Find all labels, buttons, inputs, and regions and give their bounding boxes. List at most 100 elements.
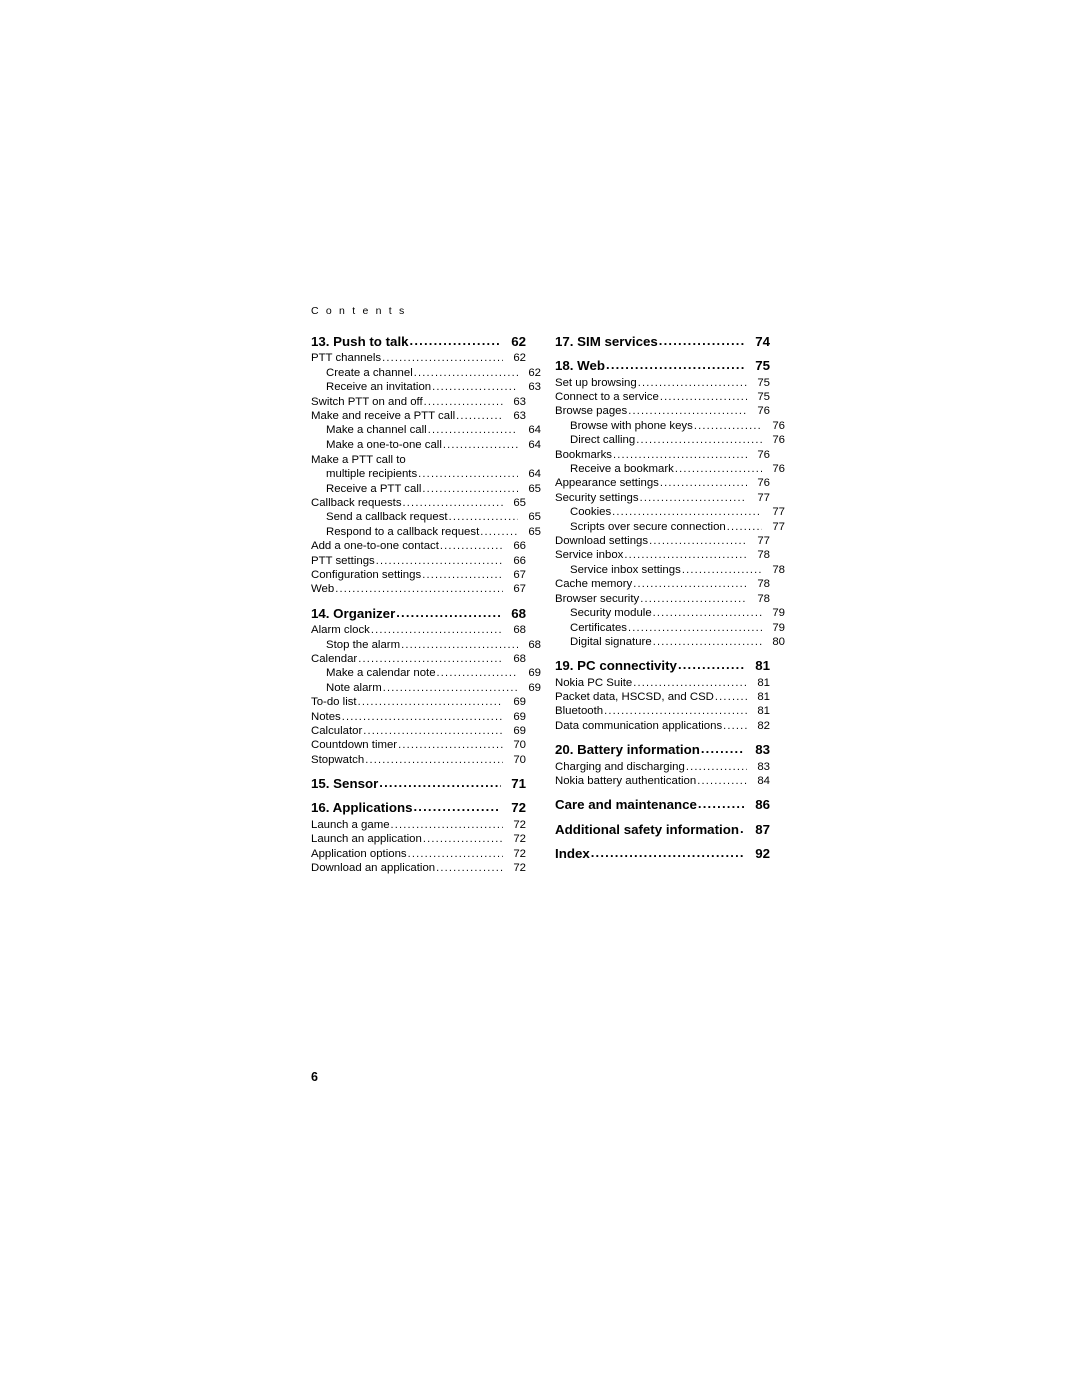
toc-entry-continuation[interactable]: Make a PTT call to (311, 454, 526, 466)
toc-entry-level1[interactable]: Switch PTT on and off...................… (311, 396, 526, 408)
toc-entry-page: 70 (513, 739, 526, 752)
toc-entry-level1[interactable]: Nokia battery authentication............… (555, 775, 770, 787)
toc-entry-title: Security module (570, 607, 652, 620)
toc-entry-title: Make and receive a PTT call (311, 409, 456, 422)
toc-entry-level1[interactable]: Application options.....................… (311, 847, 526, 860)
toc-entry-level1[interactable]: Launch a game...........................… (311, 818, 526, 831)
toc-entry-title: PTT settings (311, 554, 375, 567)
toc-entry-level1[interactable]: Callback requests.......................… (311, 497, 526, 509)
toc-entry-level1[interactable]: To-do list..............................… (311, 696, 526, 709)
toc-entry-level2[interactable]: Send a callback request.................… (311, 511, 541, 524)
toc-entry-level1[interactable]: Download settings.......................… (555, 535, 770, 547)
toc-entry-level1[interactable]: Web.....................................… (311, 583, 526, 596)
toc-chapter-entry[interactable]: 13. Push to talk........................… (311, 334, 526, 348)
toc-entry-title: Set up browsing (555, 376, 637, 389)
toc-entry-title: Digital signature (570, 635, 652, 648)
toc-chapter-entry[interactable]: 19. PC connectivity.....................… (555, 658, 770, 672)
toc-dot-leader: ........................................… (335, 584, 503, 596)
toc-entry-level1[interactable]: Countdown timer.........................… (311, 739, 526, 752)
toc-entry-level2[interactable]: Make a channel call.....................… (311, 424, 541, 437)
toc-entry-level1[interactable]: Calculator..............................… (311, 725, 526, 737)
toc-entry-title: Receive a PTT call (326, 482, 422, 495)
toc-chapter-entry[interactable]: 16. Applications........................… (311, 800, 526, 814)
toc-entry-level2[interactable]: Service inbox settings..................… (555, 564, 785, 576)
toc-entry-level1[interactable]: Notes...................................… (311, 711, 526, 723)
toc-chapter-entry[interactable]: 18. Web.................................… (555, 358, 770, 372)
toc-entry-level2[interactable]: Digital signature.......................… (555, 635, 785, 648)
toc-entry-level1[interactable]: Connect to a service....................… (555, 391, 770, 403)
toc-entry-title: Index (555, 845, 590, 861)
toc-entry-level1[interactable]: Add a one-to-one contact................… (311, 540, 526, 552)
toc-entry-level2[interactable]: Make a calendar note....................… (311, 667, 541, 679)
toc-entry-level1[interactable]: Charging and discharging................… (555, 760, 770, 773)
toc-dot-leader: ........................................… (418, 469, 518, 481)
toc-entry-level1[interactable]: Make and receive a PTT call.............… (311, 409, 526, 422)
toc-entry-level2[interactable]: Security module.........................… (555, 607, 785, 620)
toc-entry-level1[interactable]: Calendar................................… (311, 653, 526, 665)
toc-entry-level1[interactable]: Bookmarks...............................… (555, 449, 770, 461)
toc-entry-page: 83 (757, 760, 770, 773)
toc-chapter-entry[interactable]: 15. Sensor..............................… (311, 776, 526, 790)
toc-entry-level1[interactable]: Appearance settings.....................… (555, 478, 770, 490)
toc-entry-page: 79 (772, 607, 785, 620)
toc-chapter-entry[interactable]: 20. Battery information.................… (555, 742, 770, 756)
toc-entry-title: Application options (311, 847, 407, 860)
toc-entry-level2[interactable]: Receive a bookmark......................… (555, 463, 785, 476)
toc-entry-title: Launch a game (311, 818, 390, 831)
toc-entry-level2[interactable]: Create a channel........................… (311, 366, 541, 379)
toc-dot-leader: ........................................… (382, 682, 518, 694)
toc-entry-level2[interactable]: Cookies.................................… (555, 506, 785, 518)
toc-dot-leader: ........................................… (448, 512, 518, 524)
toc-entry-title: Create a channel (326, 366, 413, 379)
toc-entry-level2[interactable]: Receive an invitation...................… (311, 381, 541, 393)
toc-chapter-entry[interactable]: Additional safety information...........… (555, 822, 770, 836)
toc-dot-leader: ........................................… (341, 711, 503, 723)
toc-entry-page: 76 (772, 434, 785, 447)
toc-entry-title: Data communication applications (555, 719, 723, 732)
toc-entry-level1[interactable]: Browser security........................… (555, 593, 770, 605)
toc-entry-page: 80 (772, 635, 785, 648)
toc-entry-level1[interactable]: PTT channels............................… (311, 352, 526, 364)
toc-entry-level2[interactable]: Browse with phone keys..................… (555, 420, 785, 432)
toc-entry-page: 76 (757, 405, 770, 418)
toc-entry-level2[interactable]: multiple recipients.....................… (311, 468, 541, 481)
toc-entry-level2[interactable]: Certificates............................… (555, 622, 785, 634)
toc-entry-level2[interactable]: Direct calling..........................… (555, 434, 785, 447)
toc-entry-level1[interactable]: Nokia PC Suite..........................… (555, 677, 770, 689)
toc-entry-level1[interactable]: Bluetooth...............................… (555, 706, 770, 718)
toc-entry-level1[interactable]: Launch an application...................… (311, 833, 526, 845)
toc-chapter-entry[interactable]: Care and maintenance....................… (555, 797, 770, 811)
toc-entry-level1[interactable]: Alarm clock.............................… (311, 624, 526, 636)
toc-entry-page: 64 (528, 468, 541, 481)
toc-entry-level1[interactable]: Cache memory............................… (555, 578, 770, 590)
toc-entry-level2[interactable]: Make a one-to-one call..................… (311, 439, 541, 451)
toc-dot-leader: ........................................… (365, 754, 503, 766)
toc-entry-level2[interactable]: Respond to a callback request...........… (311, 526, 541, 538)
toc-entry-level2[interactable]: Scripts over secure connection..........… (555, 521, 785, 533)
toc-entry-level1[interactable]: Set up browsing.........................… (555, 376, 770, 389)
toc-dot-leader: ........................................… (612, 449, 747, 461)
toc-chapter-entry[interactable]: 14. Organizer...........................… (311, 606, 526, 620)
toc-entry-level1[interactable]: Service inbox...........................… (555, 549, 770, 562)
toc-entry-level1[interactable]: Browse pages............................… (555, 405, 770, 418)
toc-dot-leader: ........................................… (357, 697, 503, 709)
toc-dot-leader: ........................................… (401, 639, 518, 651)
toc-entry-level1[interactable]: PTT settings............................… (311, 554, 526, 567)
toc-entry-page: 70 (513, 753, 526, 766)
toc-entry-level1[interactable]: Packet data, HSCSD, and CSD.............… (555, 691, 770, 703)
toc-entry-level1[interactable]: Stopwatch...............................… (311, 753, 526, 766)
toc-entry-level1[interactable]: Download an application.................… (311, 862, 526, 874)
toc-entry-title: Web (311, 583, 335, 596)
toc-entry-level2[interactable]: Receive a PTT call......................… (311, 482, 541, 495)
toc-entry-level1[interactable]: Configuration settings..................… (311, 569, 526, 581)
toc-chapter-entry[interactable]: 17. SIM services........................… (555, 334, 770, 348)
toc-entry-page: 78 (757, 549, 770, 562)
toc-entry-title: Browse pages (555, 405, 628, 418)
toc-entry-level2[interactable]: Stop the alarm..........................… (311, 639, 541, 651)
toc-entry-level2[interactable]: Note alarm..............................… (311, 682, 541, 694)
toc-entry-level1[interactable]: Security settings.......................… (555, 492, 770, 504)
toc-chapter-entry[interactable]: Index...................................… (555, 845, 770, 861)
toc-entry-level1[interactable]: Data communication applications.........… (555, 719, 770, 732)
toc-entry-page: 76 (772, 463, 785, 476)
toc-entry-title: Make a channel call (326, 424, 427, 437)
